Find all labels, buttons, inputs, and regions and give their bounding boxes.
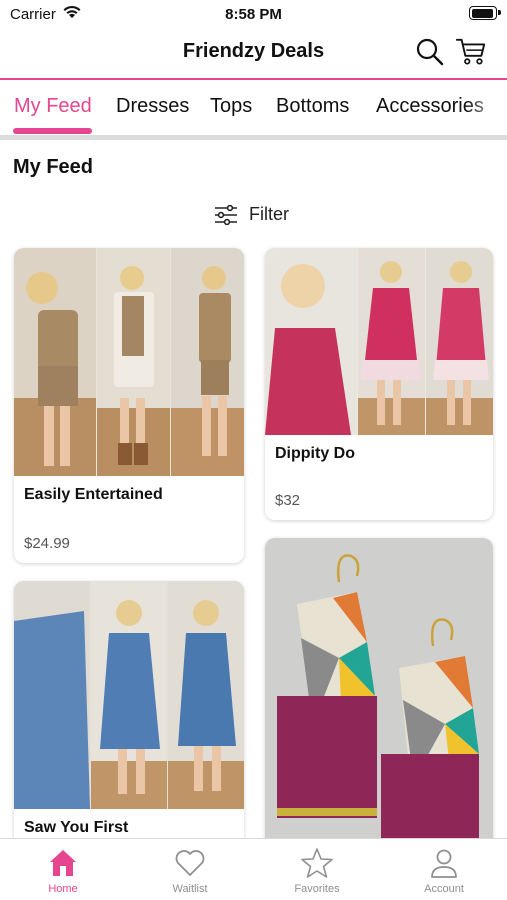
star-icon xyxy=(301,848,333,878)
cart-icon[interactable] xyxy=(455,36,487,68)
tab-bar-label: Favorites xyxy=(294,883,340,895)
category-tabs: My Feed Dresses Tops Bottoms Accessories xyxy=(0,80,507,136)
product-card[interactable]: Saw You First xyxy=(14,581,244,861)
product-card[interactable] xyxy=(265,538,493,858)
tab-bottoms[interactable]: Bottoms xyxy=(276,95,349,118)
heart-icon xyxy=(175,850,205,876)
search-icon[interactable] xyxy=(414,36,446,68)
tab-tops[interactable]: Tops xyxy=(210,95,252,118)
section-title: My Feed xyxy=(13,156,94,178)
product-name: Easily Entertained xyxy=(24,486,163,503)
product-image xyxy=(14,248,244,476)
product-price: $24.99 xyxy=(24,535,70,552)
product-card[interactable]: Easily Entertained $24.99 xyxy=(14,248,244,563)
bottom-tab-bar: Home Waitlist Favorites Account xyxy=(0,838,507,900)
filter-icon xyxy=(215,205,237,225)
tabs-divider xyxy=(0,135,507,140)
active-tab-indicator xyxy=(13,128,92,134)
product-price: $32 xyxy=(275,492,301,509)
tab-bar-account[interactable]: Account xyxy=(381,839,507,900)
tab-bar-favorites[interactable]: Favorites xyxy=(254,839,380,900)
clock: 8:58 PM xyxy=(225,6,282,23)
product-image xyxy=(265,248,493,435)
filter-label: Filter xyxy=(249,204,289,224)
home-icon xyxy=(50,850,76,876)
tab-bar-label: Home xyxy=(48,883,78,895)
tab-bar-label: Waitlist xyxy=(172,883,208,895)
product-name: Saw You First xyxy=(24,819,129,836)
product-image xyxy=(14,581,244,809)
tab-my-feed[interactable]: My Feed xyxy=(14,95,92,118)
account-icon xyxy=(431,849,457,878)
product-name: Dippity Do xyxy=(275,445,355,462)
tab-bar-home[interactable]: Home xyxy=(0,839,126,900)
tab-dresses[interactable]: Dresses xyxy=(116,95,189,118)
product-image xyxy=(265,538,493,858)
tabs-fade xyxy=(467,80,507,136)
status-bar: Carrier 8:58 PM xyxy=(0,0,507,28)
product-card[interactable]: Dippity Do $32 xyxy=(265,248,493,520)
tab-bar-waitlist[interactable]: Waitlist xyxy=(127,839,253,900)
tab-bar-label: Account xyxy=(424,883,464,895)
battery-icon xyxy=(469,6,501,20)
nav-bar: Friendzy Deals xyxy=(0,28,507,78)
